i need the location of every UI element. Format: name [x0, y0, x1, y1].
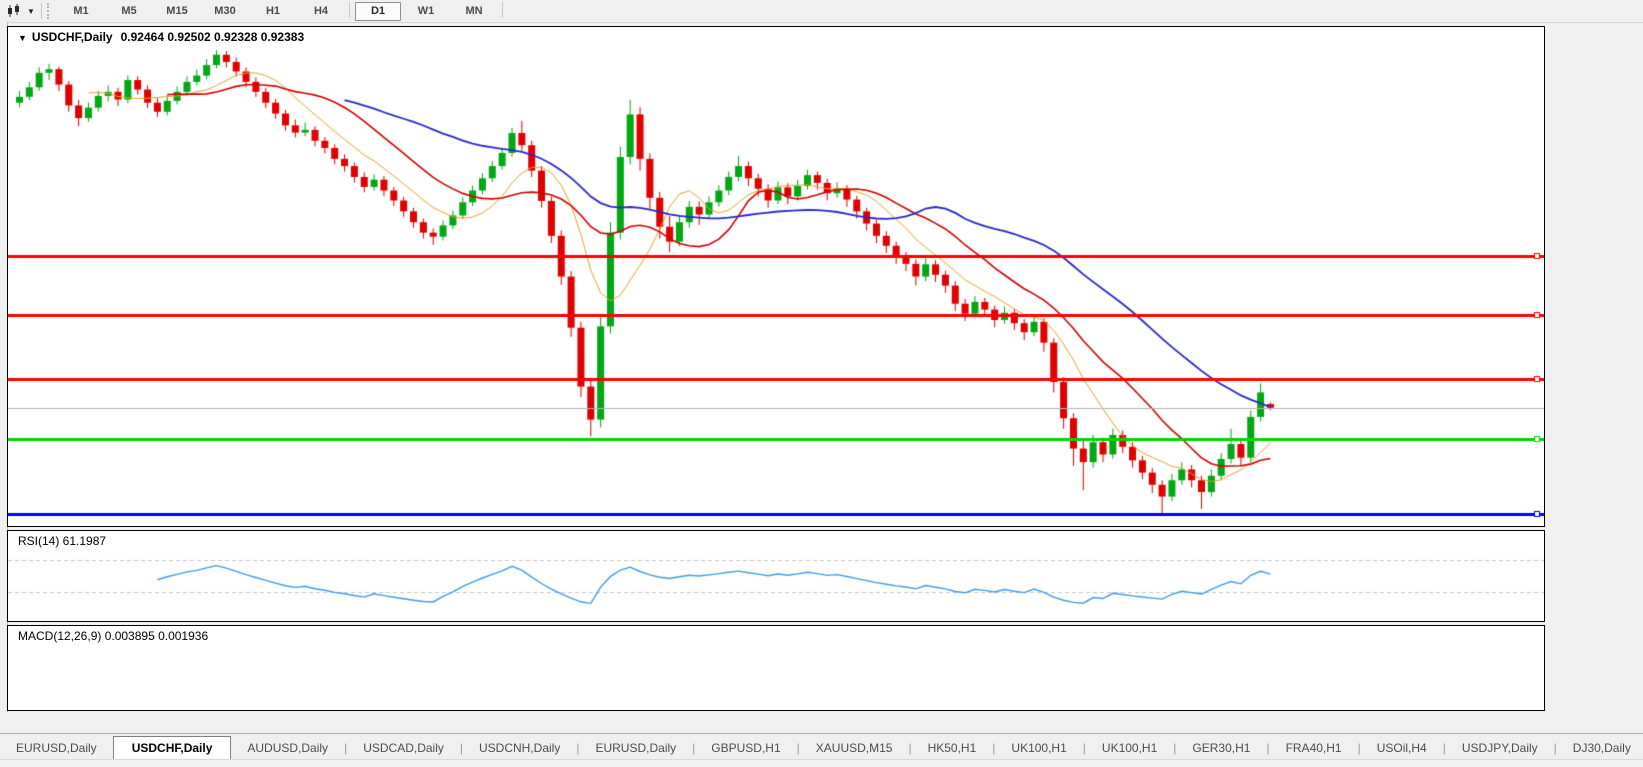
timeframe-button-h4[interactable]: H4 — [298, 2, 344, 21]
chart-tab-uk100-h1[interactable]: UK100,H1 — [1086, 737, 1173, 760]
rsi-panel: RSI(14) 61.1987 — [7, 530, 1545, 622]
chart-tabs: EURUSD,DailyUSDCHF,DailyAUDUSD,Daily|USD… — [0, 735, 1643, 760]
chart-tab-hk50-h1[interactable]: HK50,H1 — [912, 737, 993, 760]
rsi-label: RSI(14) 61.1987 — [18, 534, 106, 548]
timeframe-button-m15[interactable]: M15 — [154, 2, 200, 21]
chart-tab-usdjpy-daily[interactable]: USDJPY,Daily — [1446, 737, 1554, 760]
toolbar-separator — [41, 3, 42, 19]
chart-tab-gbpusd-h1[interactable]: GBPUSD,H1 — [695, 737, 796, 760]
price-axis[interactable] — [1546, 26, 1643, 732]
chart-tab-usdcad-daily[interactable]: USDCAD,Daily — [347, 737, 460, 760]
timeframe-button-d1[interactable]: D1 — [355, 2, 401, 21]
timeframe-button-m1[interactable]: M1 — [58, 2, 104, 21]
chart-tab-usdchf-daily[interactable]: USDCHF,Daily — [113, 736, 232, 760]
chart-tab-xauusd-m15[interactable]: XAUUSD,M15 — [800, 737, 909, 760]
chart-tab-eurusd-daily[interactable]: EURUSD,Daily — [0, 737, 113, 760]
chart-tab-uk100-h1[interactable]: UK100,H1 — [995, 737, 1082, 760]
chart-tab-audusd-daily[interactable]: AUDUSD,Daily — [231, 737, 344, 760]
chart-tab-usdcnh-daily[interactable]: USDCNH,Daily — [463, 737, 576, 760]
toolbar-separator — [502, 2, 503, 18]
chart-tab-usoil-h4[interactable]: USOil,H4 — [1361, 737, 1443, 760]
timeframe-button-m30[interactable]: M30 — [202, 2, 248, 21]
chart-tab-ger30-h1[interactable]: GER30,H1 — [1176, 737, 1266, 760]
chart-tab-eurusd-daily[interactable]: EURUSD,Daily — [579, 737, 692, 760]
chart-tab-fra40-h1[interactable]: FRA40,H1 — [1270, 737, 1358, 760]
macd-panel: MACD(12,26,9) 0.003895 0.001936 — [7, 625, 1545, 711]
timeframe-button-h1[interactable]: H1 — [250, 2, 296, 21]
timeframe-button-m5[interactable]: M5 — [106, 2, 152, 21]
price-chart-canvas[interactable] — [8, 27, 1544, 526]
timeframe-buttons: M1M5M15M30H1H4 D1W1MN — [58, 2, 506, 21]
chart-type-dropdown-icon[interactable]: ▼ — [24, 2, 38, 20]
rsi-canvas[interactable] — [8, 531, 1544, 621]
chart-tab-dj30-daily[interactable]: DJ30,Daily — [1557, 737, 1643, 760]
timeframe-toolbar: ▼ M1M5M15M30H1H4 D1W1MN — [0, 0, 1643, 23]
timeframe-button-mn[interactable]: MN — [451, 2, 497, 21]
chart-symbol-label: USDCHF,Daily — [32, 30, 113, 44]
chart-tabs-bar: EURUSD,DailyUSDCHF,DailyAUDUSD,Daily|USD… — [0, 733, 1643, 760]
timeframe-button-w1[interactable]: W1 — [403, 2, 449, 21]
candlestick-chart-icon[interactable] — [2, 2, 24, 20]
toolbar-separator — [349, 2, 350, 18]
macd-label: MACD(12,26,9) 0.003895 0.001936 — [18, 629, 208, 643]
toolbar-grip[interactable] — [47, 3, 54, 19]
chart-title: ▼ USDCHF,Daily 0.92464 0.92502 0.92328 0.9… — [18, 30, 304, 44]
status-bar — [0, 759, 1643, 767]
macd-canvas[interactable] — [8, 626, 1544, 710]
price-chart-panel: ▼ USDCHF,Daily 0.92464 0.92502 0.92328 0.9… — [7, 26, 1545, 527]
chart-title-caret-icon[interactable]: ▼ — [18, 33, 27, 43]
time-axis[interactable] — [7, 712, 1545, 732]
chart-ohlc-values: 0.92464 0.92502 0.92328 0.92383 — [121, 30, 305, 44]
mt4-window: ▼ M1M5M15M30H1H4 D1W1MN ▼ USDCHF,Daily 0.92… — [0, 0, 1643, 767]
